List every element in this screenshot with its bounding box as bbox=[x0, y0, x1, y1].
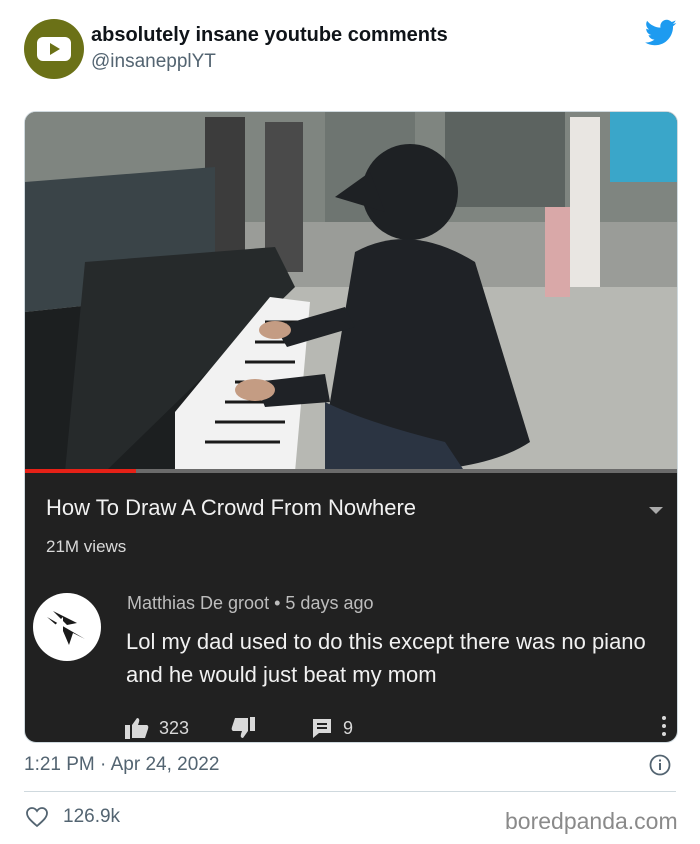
watermark: boredpanda.com bbox=[505, 808, 678, 834]
twitter-bird-icon[interactable] bbox=[645, 19, 677, 47]
display-name[interactable]: absolutely insane youtube comments bbox=[91, 24, 448, 47]
comment-reply-count: 9 bbox=[343, 717, 354, 738]
tweet-header: absolutely insane youtube comments @insa… bbox=[0, 0, 700, 100]
video-title[interactable]: How To Draw A Crowd From Nowhere bbox=[46, 495, 416, 521]
comment-text: Lol my dad used to do this except there … bbox=[126, 629, 646, 687]
arrow-cursor-logo-icon bbox=[47, 611, 85, 645]
comment-age: 5 days ago bbox=[285, 593, 374, 613]
view-count: 21M views bbox=[46, 537, 127, 556]
profile-avatar[interactable] bbox=[24, 19, 84, 79]
commenter-avatar[interactable] bbox=[33, 593, 101, 661]
youtube-play-logo-icon bbox=[37, 37, 71, 61]
comment-like-count: 323 bbox=[159, 717, 190, 738]
user-handle[interactable]: @insanepplYT bbox=[91, 51, 216, 73]
thumbs-up-icon[interactable] bbox=[125, 717, 149, 739]
heart-icon[interactable] bbox=[25, 806, 49, 828]
info-icon[interactable] bbox=[649, 754, 671, 776]
comment-author[interactable]: Matthias De groot bbox=[127, 593, 269, 613]
reply-comment-icon[interactable] bbox=[311, 717, 333, 739]
comment-actions: 323 9 bbox=[125, 716, 353, 740]
thumbs-down-icon[interactable] bbox=[231, 717, 256, 739]
tweet-timestamp[interactable]: 1:21 PM · Apr 24, 2022 bbox=[24, 754, 219, 776]
youtube-screenshot-card[interactable]: How To Draw A Crowd From Nowhere 21M vie… bbox=[24, 111, 678, 743]
divider bbox=[24, 791, 676, 792]
more-vertical-icon[interactable] bbox=[661, 716, 667, 740]
comment-meta: Matthias De groot • 5 days ago bbox=[127, 593, 374, 614]
chevron-down-icon[interactable] bbox=[649, 507, 663, 514]
video-progress-fill bbox=[25, 469, 136, 473]
video-thumbnail[interactable] bbox=[25, 112, 677, 472]
tweet-like-count[interactable]: 126.9k bbox=[63, 806, 125, 828]
piano-player-image bbox=[25, 112, 677, 472]
meta-separator: • bbox=[274, 593, 281, 613]
video-progress-bar[interactable] bbox=[25, 469, 677, 473]
